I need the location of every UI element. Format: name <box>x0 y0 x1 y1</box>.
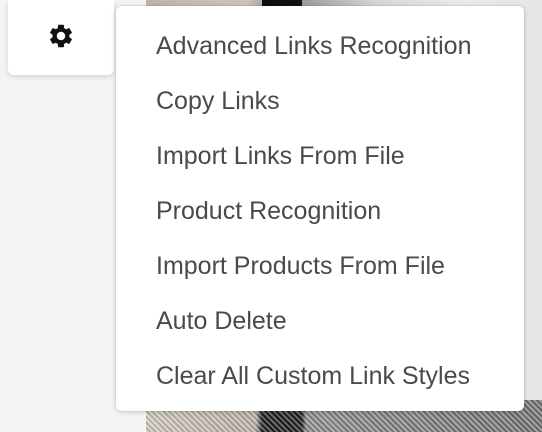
settings-button[interactable] <box>8 0 114 75</box>
menu-item-advanced-links-recognition[interactable]: Advanced Links Recognition <box>116 26 524 81</box>
menu-item-copy-links[interactable]: Copy Links <box>116 81 524 136</box>
gear-icon <box>50 24 72 48</box>
menu-item-clear-all-custom-link-styles[interactable]: Clear All Custom Link Styles <box>116 356 524 411</box>
settings-dropdown-menu: Advanced Links Recognition Copy Links Im… <box>116 6 524 411</box>
menu-item-import-products-from-file[interactable]: Import Products From File <box>116 246 524 301</box>
menu-item-auto-delete[interactable]: Auto Delete <box>116 301 524 356</box>
menu-item-product-recognition[interactable]: Product Recognition <box>116 191 524 246</box>
menu-item-import-links-from-file[interactable]: Import Links From File <box>116 136 524 191</box>
